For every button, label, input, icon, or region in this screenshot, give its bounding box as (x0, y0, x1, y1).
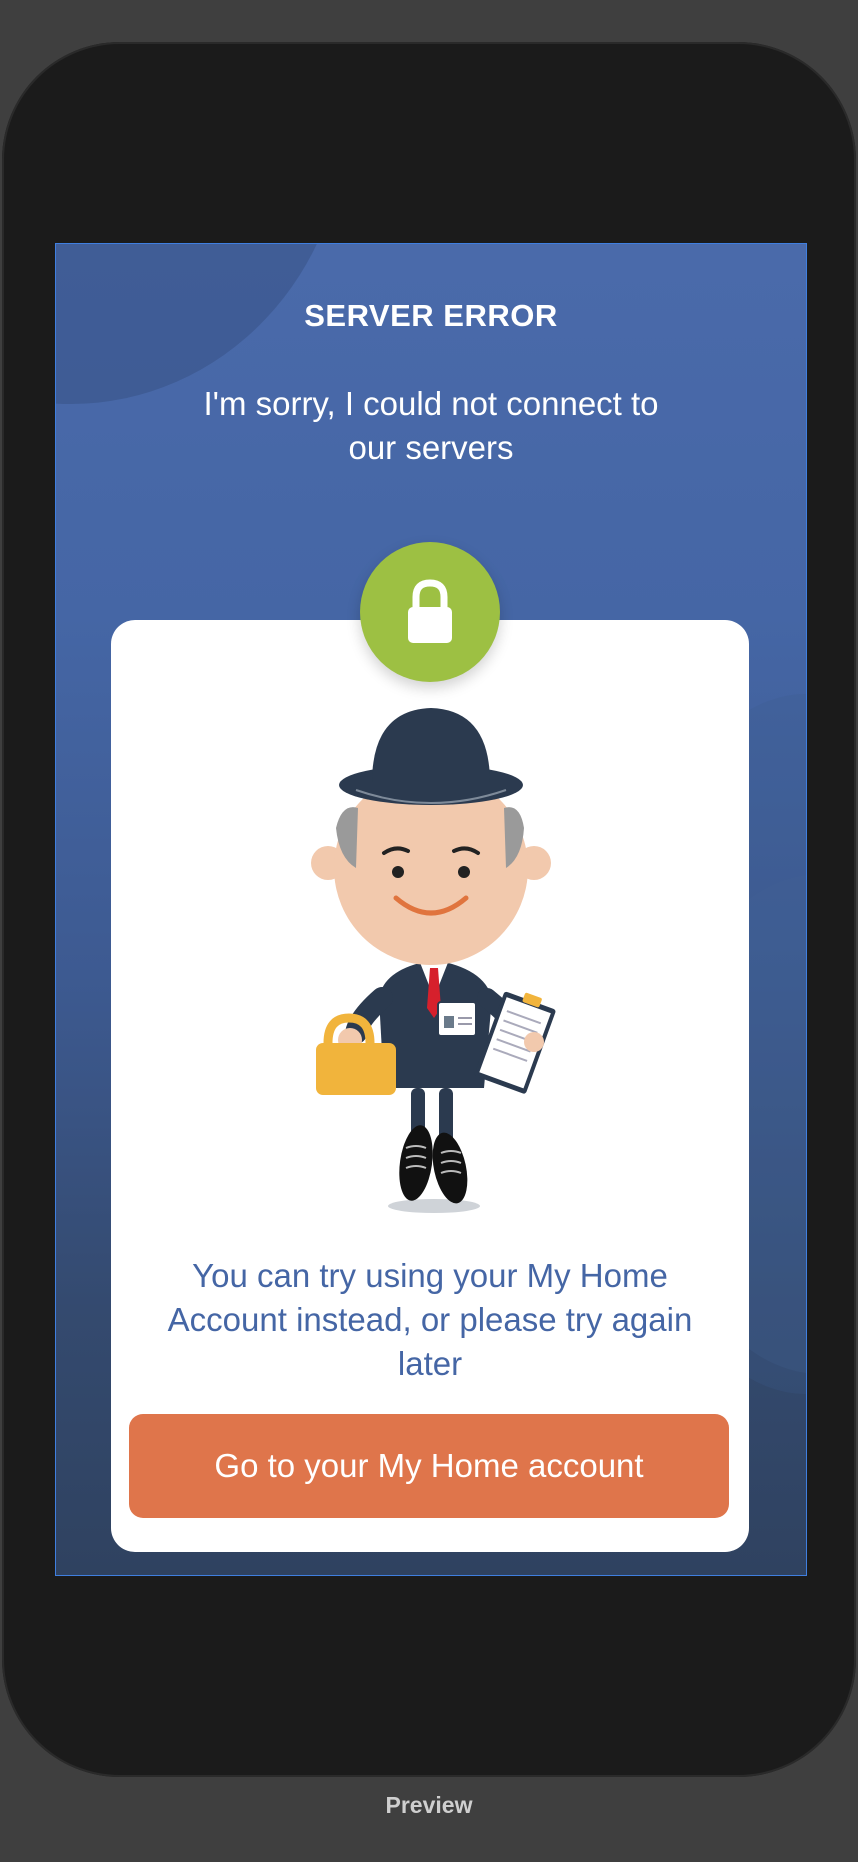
error-card: You can try using your My Home Account i… (111, 620, 749, 1552)
lock-icon (408, 579, 452, 643)
lock-badge (360, 542, 500, 682)
card-message: You can try using your My Home Account i… (167, 1257, 693, 1382)
mascot-illustration (311, 708, 556, 1213)
error-screen: SERVER ERROR I'm sorry, I could not conn… (55, 243, 807, 1576)
preview-label: Preview (385, 1792, 473, 1818)
error-message: I'm sorry, I could not connect to our se… (203, 385, 659, 466)
go-to-my-home-account-button[interactable]: Go to your My Home account (129, 1414, 729, 1518)
error-title: SERVER ERROR (304, 298, 558, 333)
